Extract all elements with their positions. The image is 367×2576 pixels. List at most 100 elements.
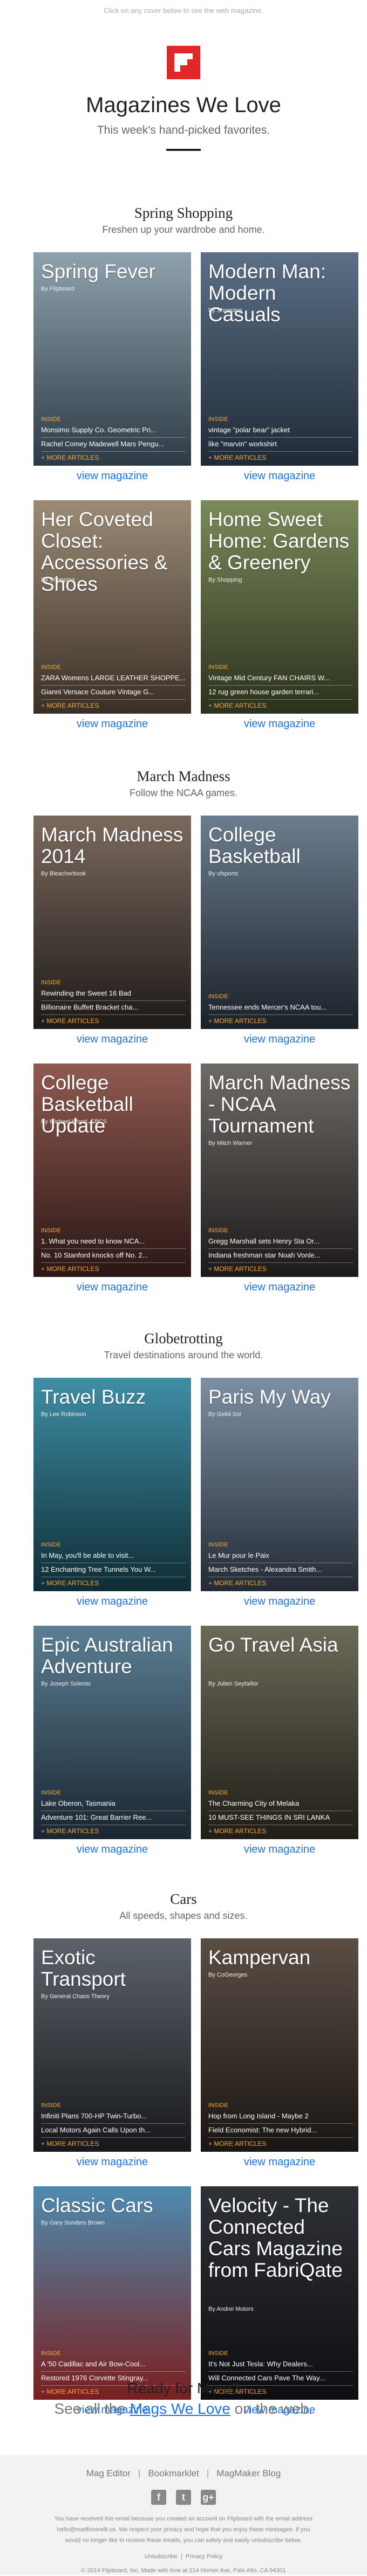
- magazine-cover[interactable]: Velocity - The Connected Cars Magazine f…: [201, 2186, 358, 2400]
- cover-title: March Madness - NCAA Tournament: [208, 1072, 351, 1137]
- magazine-cover[interactable]: March Madness - NCAA Tournament By Mitch …: [201, 1063, 358, 1277]
- magazine-cover[interactable]: Her Coveted Closet: Accessories & Shoes B…: [33, 500, 191, 714]
- inside-article[interactable]: Adventure 101: Great Barrier Ree...: [41, 1811, 186, 1825]
- flipboard-logo[interactable]: [167, 46, 200, 79]
- inside-article[interactable]: Lake Oberon, Tasmania: [41, 1797, 186, 1811]
- inside-article[interactable]: Gianni Versace Couture Vintage G...: [41, 686, 186, 700]
- inside-article[interactable]: ZARA Womens LARGE LEATHER SHOPPE...: [41, 672, 186, 686]
- inside-article[interactable]: Local Motors Again Calls Upon th...: [41, 2124, 186, 2138]
- magazine-cover[interactable]: College Basketball Update By Michael Wood…: [33, 1063, 191, 1277]
- inside-article[interactable]: Tennessee ends Mercer's NCAA tou...: [208, 1001, 353, 1015]
- inside-article[interactable]: Billionaire Buffett Bracket cha...: [41, 1001, 186, 1015]
- inside-article[interactable]: In May, you'll be able to visit...: [41, 1549, 186, 1563]
- cover-title: Epic Australian Adventure: [41, 1634, 173, 1677]
- inside-article[interactable]: Rewinding the Sweet 16 Bad: [41, 987, 186, 1001]
- cover-byline: By CoGeorges: [208, 1972, 248, 1978]
- inside-label: INSIDE: [41, 416, 61, 423]
- mags-we-love-link[interactable]: Mags We Love: [130, 2400, 230, 2417]
- cover-byline: By Joseph Solento: [41, 1681, 91, 1687]
- inside-article[interactable]: Rachel Comey Madewell Mars Pengu...: [41, 438, 186, 452]
- more-articles-link[interactable]: + MORE ARTICLES: [208, 702, 266, 709]
- inside-article[interactable]: 1. What you need to know NCA...: [41, 1235, 186, 1249]
- view-magazine-link[interactable]: view magazine: [33, 1281, 191, 1294]
- inside-article[interactable]: Vintage Mid Century FAN CHAIRS W...: [208, 672, 353, 686]
- magazine-cover[interactable]: Kampervan By CoGeorges INSIDE Hop from Long…: [201, 1938, 358, 2152]
- more-articles-link[interactable]: + MORE ARTICLES: [208, 1017, 266, 1025]
- cover-inside: INSIDE The Charming City of Melaka 10 MUST…: [208, 1790, 353, 1825]
- footer-notice-line3: would no longer like to receive these em…: [65, 2537, 302, 2544]
- magazine-cover[interactable]: Paris My Way By Gelid Sol INSIDE Le Mur pou…: [201, 1378, 358, 1591]
- view-magazine-link[interactable]: view magazine: [33, 2156, 191, 2168]
- ready-suffix: on the web.: [230, 2400, 313, 2417]
- magazine-cover[interactable]: Modern Man: Modern Casuals By Shopping INS…: [201, 252, 358, 466]
- twitter-icon[interactable]: t: [176, 2490, 191, 2505]
- inside-article[interactable]: Le Mur pour le Paix: [208, 1549, 353, 1563]
- inside-article[interactable]: like "marvin" workshirt: [208, 438, 353, 452]
- view-magazine-link[interactable]: view magazine: [201, 2156, 358, 2168]
- more-articles-link[interactable]: + MORE ARTICLES: [41, 1017, 99, 1025]
- magazine-cover[interactable]: Exotic Transport By General Chaos Theory I…: [33, 1938, 191, 2152]
- inside-article[interactable]: 12 rug green house garden terrari...: [208, 686, 353, 700]
- footer-link-bookmarklet[interactable]: Bookmarklet: [148, 2468, 199, 2478]
- cover-inside: INSIDE Gregg Marshall sets Henry Sta Or..…: [208, 1227, 353, 1263]
- cover-byline: By Shopping: [41, 577, 75, 583]
- inside-article[interactable]: 12 Enchanting Tree Tunnels You W...: [41, 1563, 186, 1577]
- view-magazine-link[interactable]: view magazine: [33, 470, 191, 482]
- magazine-cover[interactable]: College Basketball By ufsports INSIDE Tenne…: [201, 816, 358, 1029]
- view-magazine-link[interactable]: view magazine: [201, 1843, 358, 1856]
- ready-prefix: See all the: [54, 2400, 130, 2417]
- footer-link-mag-editor[interactable]: Mag Editor: [86, 2468, 131, 2478]
- more-articles-link[interactable]: + MORE ARTICLES: [41, 702, 99, 709]
- cover-inside: INSIDE 1. What you need to know NCA... No.…: [41, 1227, 186, 1263]
- more-articles-link[interactable]: + MORE ARTICLES: [208, 2140, 266, 2147]
- view-magazine-link[interactable]: view magazine: [33, 1033, 191, 1046]
- magazine-cover[interactable]: Home Sweet Home: Gardens & Greenery By Sh…: [201, 500, 358, 714]
- inside-article[interactable]: It's Not Just Tesla: Why Dealers...: [208, 2358, 353, 2372]
- inside-article[interactable]: A '50 Cadillac and Air Bow-Cool...: [41, 2358, 186, 2372]
- more-articles-link[interactable]: + MORE ARTICLES: [41, 2140, 99, 2147]
- more-articles-link[interactable]: + MORE ARTICLES: [41, 1827, 99, 1835]
- more-articles-link[interactable]: + MORE ARTICLES: [41, 1265, 99, 1273]
- more-articles-link[interactable]: + MORE ARTICLES: [208, 454, 266, 461]
- inside-label: INSIDE: [41, 1542, 61, 1548]
- facebook-icon[interactable]: f: [151, 2490, 166, 2505]
- inside-article[interactable]: The Charming City of Melaka: [208, 1797, 353, 1811]
- more-articles-link[interactable]: + MORE ARTICLES: [41, 454, 99, 461]
- inside-article[interactable]: No. 10 Stanford knocks off No. 2...: [41, 1249, 186, 1263]
- view-magazine-link[interactable]: view magazine: [201, 470, 358, 482]
- view-magazine-link[interactable]: view magazine: [201, 1033, 358, 1046]
- magazine-cover[interactable]: Epic Australian Adventure By Joseph Solen…: [33, 1626, 191, 1839]
- inside-article[interactable]: vintage "polar bear" jacket: [208, 424, 353, 438]
- more-articles-link[interactable]: + MORE ARTICLES: [208, 1827, 266, 1835]
- googleplus-icon[interactable]: g+: [201, 2490, 216, 2505]
- magazine-cover[interactable]: Go Travel Asia By Julien Seyfaillor INSIDE…: [201, 1626, 358, 1839]
- view-magazine-link[interactable]: view magazine: [33, 1596, 191, 1608]
- view-magazine-link[interactable]: view magazine: [201, 1281, 358, 1294]
- view-magazine-link[interactable]: view magazine: [33, 1843, 191, 1856]
- unsubscribe-link[interactable]: Unsubscribe: [145, 2553, 178, 2560]
- inside-article[interactable]: Hop from Long Island - Maybe 2: [208, 2110, 353, 2124]
- inside-article[interactable]: Field Economist: The new Hybrid...: [208, 2124, 353, 2138]
- inside-article[interactable]: March Sketches - Alexandra Smith...: [208, 1563, 353, 1577]
- view-magazine-link[interactable]: view magazine: [33, 718, 191, 730]
- magazine-cover[interactable]: Spring Fever By Flipboard INSIDE Monsimo Su…: [33, 252, 191, 466]
- cover-inside: INSIDE In May, you'll be able to visit...…: [41, 1542, 186, 1577]
- cover-title: Spring Fever: [41, 260, 155, 282]
- magazine-cover[interactable]: March Madness 2014 By Bleacherbook INSIDE R…: [33, 816, 191, 1029]
- magazine-cover[interactable]: Travel Buzz By Lee Robinson INSIDE In May, …: [33, 1378, 191, 1591]
- view-magazine-link[interactable]: view magazine: [201, 1596, 358, 1608]
- more-articles-link[interactable]: + MORE ARTICLES: [41, 1579, 99, 1587]
- inside-article[interactable]: Gregg Marshall sets Henry Sta Or...: [208, 1235, 353, 1249]
- footer-link-magmaker-blog[interactable]: MagMaker Blog: [216, 2468, 281, 2478]
- inside-article[interactable]: Infiniti Plans 700-HP Twin-Turbo...: [41, 2110, 186, 2124]
- privacy-policy-link[interactable]: Privacy Policy: [186, 2553, 222, 2560]
- cover-title: Modern Man: Modern Casuals: [208, 260, 326, 326]
- view-magazine-link[interactable]: view magazine: [201, 718, 358, 730]
- inside-article[interactable]: Indiana freshman star Noah Vonle...: [208, 1249, 353, 1263]
- more-articles-link[interactable]: + MORE ARTICLES: [208, 1579, 266, 1587]
- section-title: March Madness: [137, 768, 230, 784]
- more-articles-link[interactable]: + MORE ARTICLES: [208, 1265, 266, 1273]
- inside-article[interactable]: Monsimo Supply Co. Geometric Pri...: [41, 424, 186, 438]
- inside-article[interactable]: 10 MUST-SEE THINGS IN SRI LANKA: [208, 1811, 353, 1825]
- magazine-cover[interactable]: Classic Cars By Gary Sonders Brown INSIDE A…: [33, 2186, 191, 2400]
